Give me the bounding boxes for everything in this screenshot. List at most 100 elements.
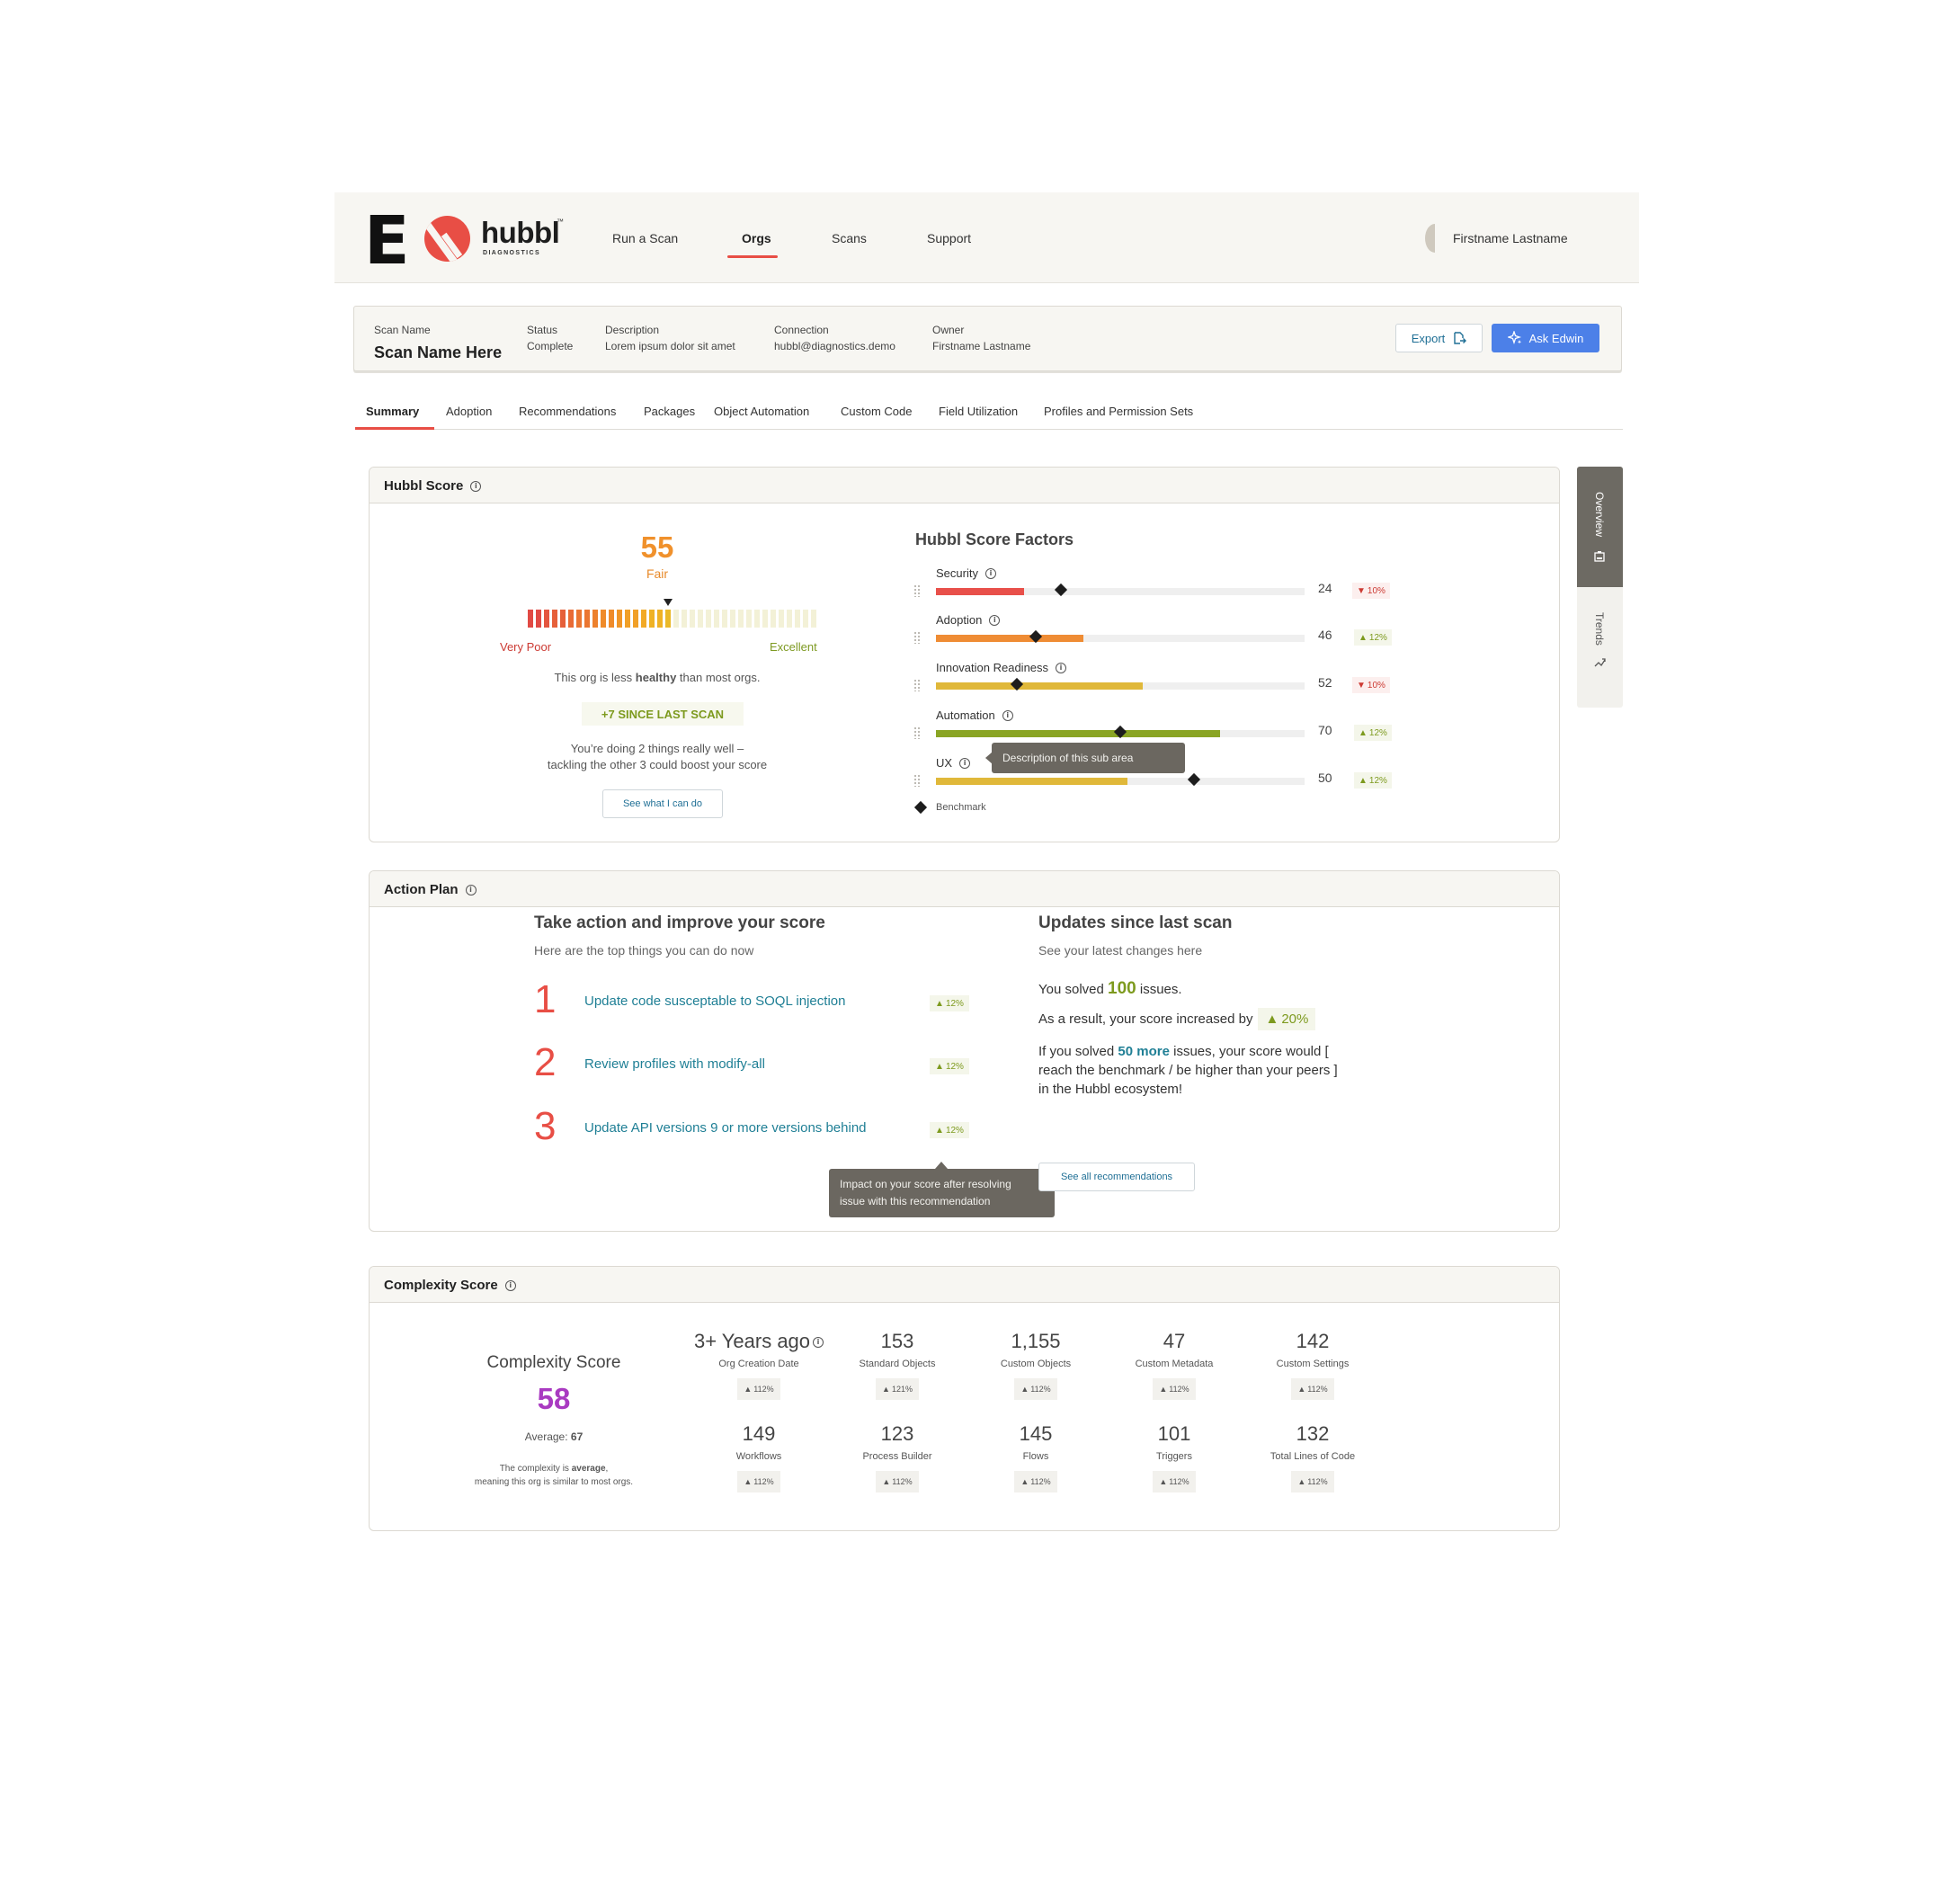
triangle-up-icon: ▲ (744, 1477, 753, 1486)
info-icon[interactable]: i (504, 1279, 516, 1291)
ask-edwin-button[interactable]: Ask Edwin (1492, 324, 1599, 352)
recommendation-link[interactable]: Update API versions 9 or more versions b… (584, 1120, 867, 1136)
trend-up-icon (1594, 658, 1606, 667)
health-text-prefix: This org is less (554, 671, 636, 684)
metric-label: Process Builder (862, 1451, 932, 1462)
info-icon[interactable]: i (465, 884, 477, 895)
see-all-recommendations-button[interactable]: See all recommendations (1038, 1163, 1195, 1191)
drag-handle-icon[interactable] (913, 726, 921, 739)
tab-profiles-and-permission-sets[interactable]: Profiles and Permission Sets (1044, 405, 1193, 418)
export-button[interactable]: Export (1395, 324, 1483, 352)
metric-label: Standard Objects (859, 1359, 936, 1369)
hubbl-logo[interactable]: hubbl ™ DIAGNOSTICS (424, 214, 568, 264)
tab-object-automation[interactable]: Object Automation (714, 405, 809, 418)
complexity-metric: 145 Flows ▲ 112% (968, 1422, 1103, 1492)
info-icon[interactable]: i (959, 757, 971, 769)
drag-handle-icon[interactable] (913, 679, 921, 691)
impact-tooltip-line-1: Impact on your score after resolving (840, 1178, 1011, 1190)
metric-delta-badge: ▲ 112% (1014, 1378, 1057, 1400)
triangle-up-icon: ▲ (744, 1385, 753, 1394)
gauge-segment (552, 610, 557, 628)
recommendation-impact-badge[interactable]: ▲ 12% (930, 1058, 969, 1074)
factor-delta-badge: ▲ 12% (1354, 629, 1392, 646)
gauge-segment (609, 610, 614, 628)
tab-field-utilization[interactable]: Field Utilization (939, 405, 1018, 418)
metric-delta-badge: ▲ 112% (1153, 1471, 1196, 1492)
complexity-inner-title: Complexity Score (486, 1353, 621, 1372)
triangle-up-icon: ▲ (935, 1061, 944, 1072)
info-icon[interactable]: i (1002, 709, 1013, 721)
metric-delta-value: 112% (1030, 1385, 1051, 1394)
gauge-segment (576, 610, 582, 628)
score-advice-line-2: tackling the other 3 could boost your sc… (547, 758, 768, 771)
side-tab-trends[interactable]: Trends (1577, 587, 1623, 708)
tooltip-arrow-icon (935, 1162, 948, 1169)
partner-logo[interactable]: E (364, 208, 410, 274)
nav-orgs[interactable]: Orgs (742, 231, 771, 245)
avatar[interactable] (1425, 224, 1445, 253)
factor-delta-badge: ▲ 12% (1354, 772, 1392, 789)
owner-value: Firstname Lastname (932, 340, 1031, 352)
recommendation-impact-badge[interactable]: ▲ 12% (930, 1122, 969, 1138)
factor-bar-fill (936, 588, 1025, 595)
average-prefix: Average: (524, 1430, 571, 1443)
factor-name: Adoption (936, 613, 983, 627)
gauge-segment (536, 610, 541, 628)
gauge-segment (690, 610, 695, 628)
issues-solved-text: You solved 100 issues. (1038, 979, 1182, 999)
info-icon[interactable]: i (984, 567, 996, 579)
info-icon[interactable]: i (813, 1337, 824, 1348)
metric-label: Org Creation Date (718, 1359, 799, 1369)
complexity-metric: 1,155 Custom Objects ▲ 112% (968, 1330, 1103, 1400)
tab-summary[interactable]: Summary (366, 405, 419, 418)
nav-run-a-scan[interactable]: Run a Scan (612, 231, 678, 245)
info-icon[interactable]: i (1056, 662, 1067, 673)
recommendation-link[interactable]: Review profiles with modify-all (584, 1056, 765, 1072)
gauge-low-label: Very Poor (500, 640, 552, 654)
triangle-up-icon: ▲ (882, 1385, 890, 1394)
complexity-metric: 3+ Years ago i Org Creation Date ▲ 112% (691, 1330, 826, 1400)
side-tab-overview[interactable]: Overview (1577, 467, 1623, 587)
metric-value: 47 (1163, 1330, 1186, 1352)
factor-value: 46 (1318, 628, 1332, 642)
see-what-i-can-do-button[interactable]: See what I can do (602, 789, 723, 818)
info-icon[interactable]: i (470, 480, 482, 492)
metric-value-row: 1,155 (968, 1330, 1103, 1353)
tab-custom-code[interactable]: Custom Code (841, 405, 912, 418)
score-factor-row: Adoption i 46 ▲ 12% (913, 613, 1417, 649)
action-plan-body: Take action and improve your score Here … (370, 907, 1559, 1231)
gauge-segment (706, 610, 711, 628)
factor-delta-value: 10% (1367, 585, 1385, 596)
drag-handle-icon[interactable] (913, 774, 921, 787)
complexity-description: The complexity is average, meaning this … (446, 1462, 662, 1489)
tab-adoption[interactable]: Adoption (446, 405, 492, 418)
recommendation-impact-badge[interactable]: ▲ 12% (930, 995, 969, 1011)
factor-delta-badge: ▼ 10% (1352, 583, 1390, 599)
recommendation-link[interactable]: Update code susceptable to SOQL injectio… (584, 994, 845, 1009)
drag-handle-icon[interactable] (913, 584, 921, 597)
recommendation-number: 2 (534, 1040, 557, 1084)
triangle-up-icon: ▲ (935, 998, 944, 1009)
hubbl-logo-mark (424, 216, 470, 262)
user-menu-name[interactable]: Firstname Lastname (1453, 231, 1568, 245)
factor-label: UX i (936, 756, 971, 770)
info-icon[interactable]: i (989, 614, 1001, 626)
metric-delta-badge: ▲ 121% (876, 1378, 919, 1400)
gauge-segment (762, 610, 768, 628)
factor-delta-value: 10% (1367, 680, 1385, 691)
metric-value: 153 (880, 1330, 914, 1352)
drag-handle-icon[interactable] (913, 631, 921, 644)
metric-value-row: 153 (830, 1330, 965, 1353)
nav-support[interactable]: Support (927, 231, 971, 245)
tab-packages[interactable]: Packages (644, 405, 695, 418)
metric-value-row: 101 (1107, 1422, 1242, 1446)
nav-scans[interactable]: Scans (832, 231, 867, 245)
tab-recommendations[interactable]: Recommendations (519, 405, 616, 418)
metric-delta-value: 112% (753, 1385, 774, 1394)
triangle-up-icon: ▲ (1020, 1385, 1029, 1394)
status-value: Complete (527, 340, 574, 352)
recommendation-number: 3 (534, 1104, 557, 1148)
metric-value-row: 132 (1245, 1422, 1380, 1446)
health-text-strong: healthy (635, 671, 677, 684)
gauge-segment (568, 610, 574, 628)
